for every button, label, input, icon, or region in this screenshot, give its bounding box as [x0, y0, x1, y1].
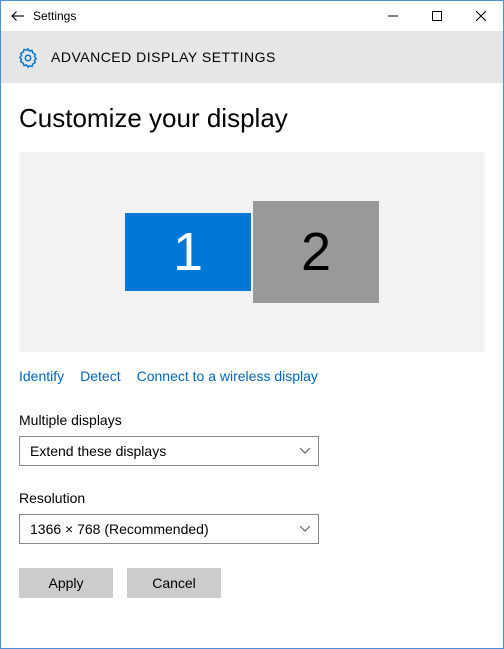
titlebar: Settings [1, 1, 503, 31]
monitor-1[interactable]: 1 [125, 213, 251, 291]
apply-button-label: Apply [48, 575, 83, 591]
multiple-displays-value: Extend these displays [30, 443, 166, 459]
multiple-displays-label: Multiple displays [19, 412, 485, 428]
button-row: Apply Cancel [19, 568, 485, 598]
display-preview: 1 2 [19, 152, 485, 352]
apply-button[interactable]: Apply [19, 568, 113, 598]
monitor-2[interactable]: 2 [253, 201, 379, 303]
cancel-button[interactable]: Cancel [127, 568, 221, 598]
detect-link[interactable]: Detect [80, 368, 120, 384]
resolution-select[interactable]: 1366 × 768 (Recommended) [19, 514, 319, 544]
window-controls [371, 1, 503, 31]
settings-window: Settings ADVANCED DISPLAY SETTINGS Custo… [0, 0, 504, 649]
identify-link[interactable]: Identify [19, 368, 64, 384]
maximize-button[interactable] [415, 1, 459, 31]
header-title: ADVANCED DISPLAY SETTINGS [51, 49, 276, 65]
resolution-label: Resolution [19, 490, 485, 506]
back-icon[interactable] [9, 7, 27, 25]
monitor-1-label: 1 [173, 221, 203, 283]
minimize-button[interactable] [371, 1, 415, 31]
wireless-link[interactable]: Connect to a wireless display [137, 368, 318, 384]
content-area: Customize your display 1 2 Identify Dete… [1, 83, 503, 648]
multiple-displays-select[interactable]: Extend these displays [19, 436, 319, 466]
titlebar-left: Settings [1, 7, 371, 25]
gear-icon [17, 47, 37, 67]
window-title: Settings [33, 9, 76, 23]
close-button[interactable] [459, 1, 503, 31]
action-links: Identify Detect Connect to a wireless di… [19, 368, 485, 384]
resolution-value: 1366 × 768 (Recommended) [30, 521, 209, 537]
cancel-button-label: Cancel [152, 575, 196, 591]
header-bar: ADVANCED DISPLAY SETTINGS [1, 31, 503, 83]
chevron-down-icon [300, 448, 310, 454]
chevron-down-icon [300, 526, 310, 532]
monitor-2-label: 2 [301, 221, 331, 283]
page-title: Customize your display [19, 103, 485, 134]
